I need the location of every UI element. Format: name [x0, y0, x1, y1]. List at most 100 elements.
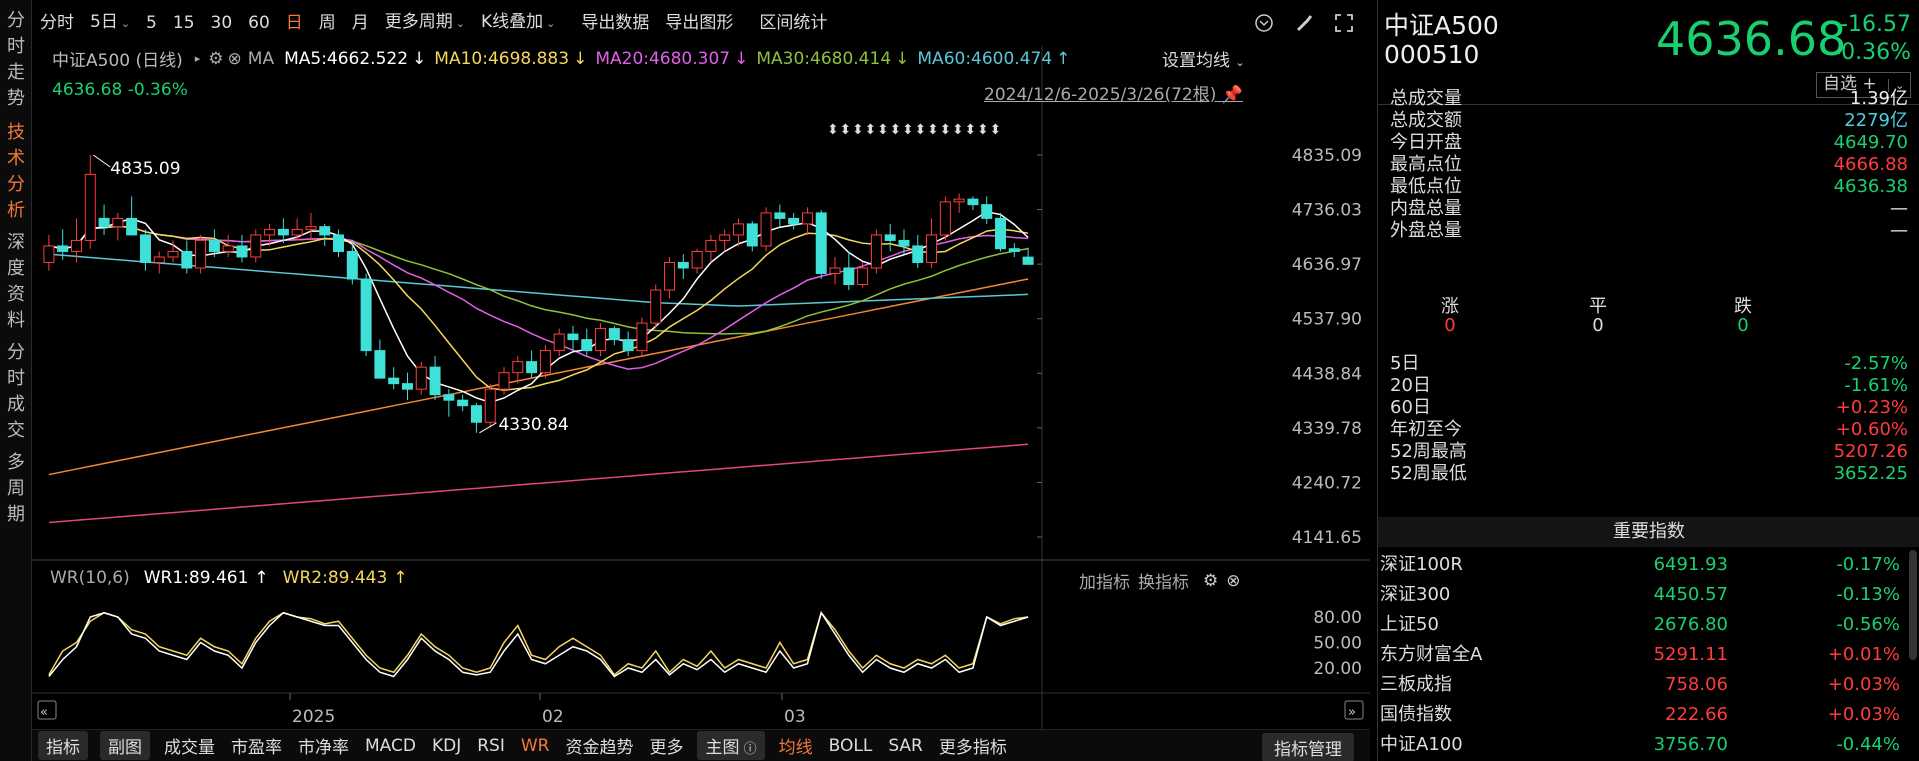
candle-body[interactable]: [388, 377, 400, 385]
candle-body[interactable]: [139, 234, 151, 263]
candle-body[interactable]: [484, 388, 496, 423]
candle-body[interactable]: [801, 212, 813, 225]
candle-body[interactable]: [208, 239, 220, 252]
candle-body[interactable]: [553, 333, 565, 352]
candle-body[interactable]: [277, 228, 289, 236]
switch-indicator-button[interactable]: 换指标: [1138, 568, 1189, 593]
candle-body[interactable]: [236, 245, 248, 258]
index-row[interactable]: 三板成指 758.06 +0.03%: [1378, 670, 1900, 700]
candle-body[interactable]: [526, 361, 538, 374]
candle-body[interactable]: [112, 217, 124, 228]
candle-body[interactable]: [305, 226, 317, 230]
candle-body[interactable]: [98, 217, 110, 228]
candle-body[interactable]: [57, 245, 69, 252]
candle-body[interactable]: [774, 212, 786, 219]
range-info[interactable]: 2024/12/6-2025/3/26(72根) 📌: [984, 80, 1243, 105]
tab-8[interactable]: 月: [344, 0, 377, 46]
candle-body[interactable]: [843, 267, 855, 286]
leftnav-item-3[interactable]: 分时成交: [0, 340, 32, 444]
candle-body[interactable]: [319, 226, 331, 236]
tab-12[interactable]: 导出图形: [657, 0, 741, 46]
candle-body[interactable]: [84, 173, 96, 241]
candle-body[interactable]: [732, 223, 744, 236]
scrollbar[interactable]: [1909, 550, 1917, 660]
bottom-tab-15[interactable]: 更多指标: [931, 733, 1015, 758]
candle-body[interactable]: [374, 350, 386, 379]
candle-body[interactable]: [581, 339, 593, 352]
tab-11[interactable]: 导出数据: [573, 0, 657, 46]
candle-body[interactable]: [981, 204, 993, 219]
close-icon[interactable]: ⊗: [228, 49, 242, 69]
candle-body[interactable]: [608, 328, 620, 341]
bottom-tab-13[interactable]: BOLL: [821, 736, 881, 756]
candle-body[interactable]: [884, 234, 896, 241]
bottom-tab-8[interactable]: WR: [513, 736, 558, 756]
tab-9[interactable]: 更多周期 ⌄: [377, 0, 473, 47]
tab-13[interactable]: 区间统计: [751, 0, 835, 46]
candle-body[interactable]: [264, 228, 276, 236]
candle-body[interactable]: [912, 245, 924, 263]
bottom-tab-5[interactable]: MACD: [357, 736, 424, 756]
scroll-right-button[interactable]: »: [1344, 700, 1364, 720]
legend-arrow-icon[interactable]: ▸: [195, 52, 201, 65]
candle-body[interactable]: [457, 399, 469, 407]
bottom-tab-10[interactable]: 更多: [641, 733, 691, 758]
expand-circle-icon[interactable]: [1252, 11, 1276, 35]
bottom-tab-7[interactable]: RSI: [469, 736, 513, 756]
candle-body[interactable]: [691, 250, 703, 269]
candle-body[interactable]: [70, 239, 82, 252]
index-row[interactable]: 东方财富全A 5291.11 +0.01%: [1378, 640, 1900, 670]
index-row[interactable]: 国债指数 222.66 +0.03%: [1378, 700, 1900, 730]
candle-body[interactable]: [898, 239, 910, 247]
candle-body[interactable]: [815, 212, 827, 274]
candle-body[interactable]: [167, 250, 179, 258]
index-row[interactable]: 中证A100 3756.70 -0.44%: [1378, 730, 1900, 760]
bottom-tab-9[interactable]: 资金趋势: [557, 733, 641, 758]
candle-body[interactable]: [43, 245, 55, 263]
candle-body[interactable]: [595, 328, 607, 352]
candle-body[interactable]: [995, 217, 1007, 250]
candle-body[interactable]: [195, 239, 207, 269]
candle-body[interactable]: [664, 261, 676, 291]
candle-body[interactable]: [719, 234, 731, 241]
tab-6[interactable]: 日: [278, 0, 311, 46]
tab-5[interactable]: 60: [240, 0, 278, 46]
candle-body[interactable]: [760, 212, 772, 247]
tab-0[interactable]: 分时: [32, 0, 82, 46]
bottom-tab-12[interactable]: 均线: [771, 733, 821, 758]
candle-body[interactable]: [939, 201, 951, 236]
tab-7[interactable]: 周: [311, 0, 344, 46]
candle-body[interactable]: [1008, 248, 1020, 252]
chart-canvas[interactable]: 4835.09 4736.03 4636.97 4537.90 4438.84 4339.…: [32, 0, 1370, 729]
candle-body[interactable]: [153, 256, 165, 263]
candle-body[interactable]: [622, 339, 634, 352]
fullscreen-icon[interactable]: [1332, 11, 1356, 35]
candle-body[interactable]: [857, 267, 869, 286]
close-icon[interactable]: ⊗: [1226, 571, 1240, 591]
candle-body[interactable]: [429, 366, 441, 396]
index-row[interactable]: 深证100R 6491.93 -0.17%: [1378, 550, 1900, 580]
set-ma-button[interactable]: 设置均线 ⌄: [1162, 46, 1245, 71]
leftnav-item-4[interactable]: 多周期: [0, 450, 32, 528]
candle-body[interactable]: [953, 198, 965, 203]
bottom-tab-3[interactable]: 市盈率: [223, 733, 290, 758]
candle-body[interactable]: [222, 245, 234, 252]
candle-body[interactable]: [870, 234, 882, 269]
add-indicator-button[interactable]: 加指标: [1079, 568, 1130, 593]
candle-body[interactable]: [470, 405, 482, 423]
index-row[interactable]: 深证300 4450.57 -0.13%: [1378, 580, 1900, 610]
tab-3[interactable]: 15: [165, 0, 203, 46]
index-row[interactable]: 上证50 2676.80 -0.56%: [1378, 610, 1900, 640]
candle-body[interactable]: [346, 250, 358, 280]
gear-icon[interactable]: ⚙: [208, 49, 223, 69]
candle-body[interactable]: [677, 261, 689, 269]
scroll-left-button[interactable]: «: [37, 700, 57, 720]
candle-body[interactable]: [498, 372, 510, 390]
leftnav-item-2[interactable]: 深度资料: [0, 230, 32, 334]
candle-body[interactable]: [1022, 256, 1034, 265]
bottom-tab-6[interactable]: KDJ: [424, 736, 469, 756]
candle-body[interactable]: [636, 322, 648, 352]
candle-body[interactable]: [926, 234, 938, 263]
gear-icon[interactable]: ⚙: [1203, 571, 1218, 591]
candle-body[interactable]: [401, 383, 413, 390]
